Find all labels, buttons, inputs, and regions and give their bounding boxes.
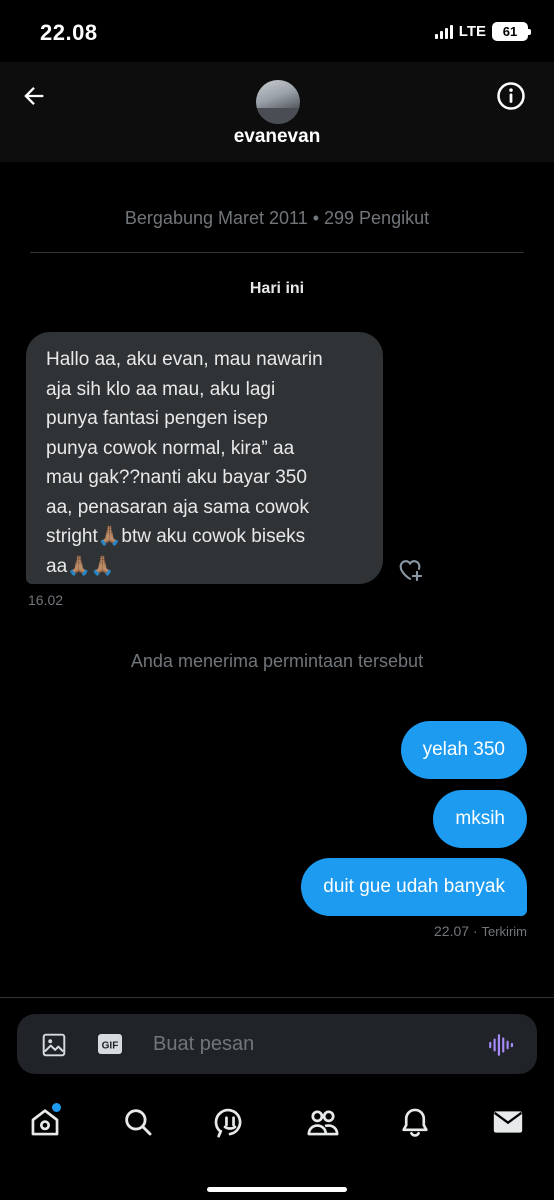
- bell-icon: [402, 1108, 428, 1137]
- profile-summary: Bergabung Maret 2011 • 299 Pengikut: [124, 208, 430, 228]
- notification-dot: [52, 1103, 61, 1112]
- message-input[interactable]: [153, 1030, 453, 1058]
- waveform-icon[interactable]: [487, 1032, 513, 1058]
- conversation-header: evanevan: [0, 62, 554, 162]
- message-line: aa🙏🏽🙏🏽: [46, 555, 115, 577]
- status-indicators: LTE 61: [434, 22, 531, 41]
- tab-notifications[interactable]: [398, 1105, 432, 1139]
- arrow-left-icon[interactable]: [20, 82, 48, 110]
- message-line: aja sih klo aa mau, aku lagi: [46, 378, 276, 400]
- incoming-message-bubble[interactable]: Hallo aa, aku evan, mau nawarin aja sih …: [26, 332, 383, 584]
- gif-label: GIF: [102, 1041, 119, 1052]
- grok-icon: [214, 1108, 242, 1138]
- heart-plus-icon[interactable]: [396, 555, 424, 583]
- outgoing-message-bubble[interactable]: yelah 350: [400, 721, 527, 779]
- composer-area: GIF: [0, 997, 554, 1089]
- info-circle-icon[interactable]: [496, 81, 526, 111]
- tab-search[interactable]: [121, 1105, 155, 1139]
- signal-icon: [434, 24, 453, 39]
- outgoing-message-bubble[interactable]: mksih: [433, 790, 527, 848]
- day-separator: Hari ini: [249, 280, 305, 297]
- battery-level: 61: [502, 24, 518, 39]
- message-line: stright🙏🏽btw aku cowok biseks: [46, 526, 306, 547]
- gif-icon[interactable]: GIF: [97, 1033, 123, 1055]
- bottom-tab-bar: [0, 1089, 554, 1200]
- battery-icon: 61: [492, 22, 531, 41]
- message-timestamp: 16.02: [28, 592, 64, 608]
- message-line: punya cowok normal, kira” aa: [46, 437, 295, 459]
- message-composer: GIF: [17, 1014, 537, 1074]
- message-line: punya fantasi pengen isep: [46, 408, 268, 429]
- status-bar: 22.08 LTE 61: [0, 0, 554, 62]
- image-icon[interactable]: [41, 1032, 67, 1058]
- system-notice: Anda menerima permintaan tersebut: [130, 651, 424, 671]
- tab-communities[interactable]: [306, 1105, 340, 1139]
- outgoing-message-bubble[interactable]: duit gue udah banyak: [301, 858, 527, 916]
- communities-icon: [307, 1110, 339, 1136]
- network-type: LTE: [458, 23, 486, 40]
- home-indicator: [207, 1187, 347, 1192]
- status-time: 22.08: [40, 20, 98, 45]
- divider: [30, 252, 524, 253]
- message-line: mau gak??nanti aku bayar 350: [46, 467, 307, 488]
- search-icon: [125, 1109, 152, 1136]
- sent-status: Terkirim: [481, 924, 528, 939]
- message-line: Hallo aa, aku evan, mau nawarin: [46, 349, 323, 370]
- sent-separator: ·: [472, 923, 478, 939]
- conversation-username[interactable]: evanevan: [0, 126, 554, 148]
- message-line: aa, penasaran aja sama cowok: [46, 496, 309, 518]
- sent-time: 22.07: [434, 923, 470, 939]
- tab-messages[interactable]: [491, 1105, 525, 1139]
- tab-grok[interactable]: [213, 1105, 247, 1139]
- avatar[interactable]: [256, 80, 300, 124]
- sent-status-line: 22.07 · Terkirim: [434, 923, 527, 939]
- envelope-icon: [493, 1111, 523, 1133]
